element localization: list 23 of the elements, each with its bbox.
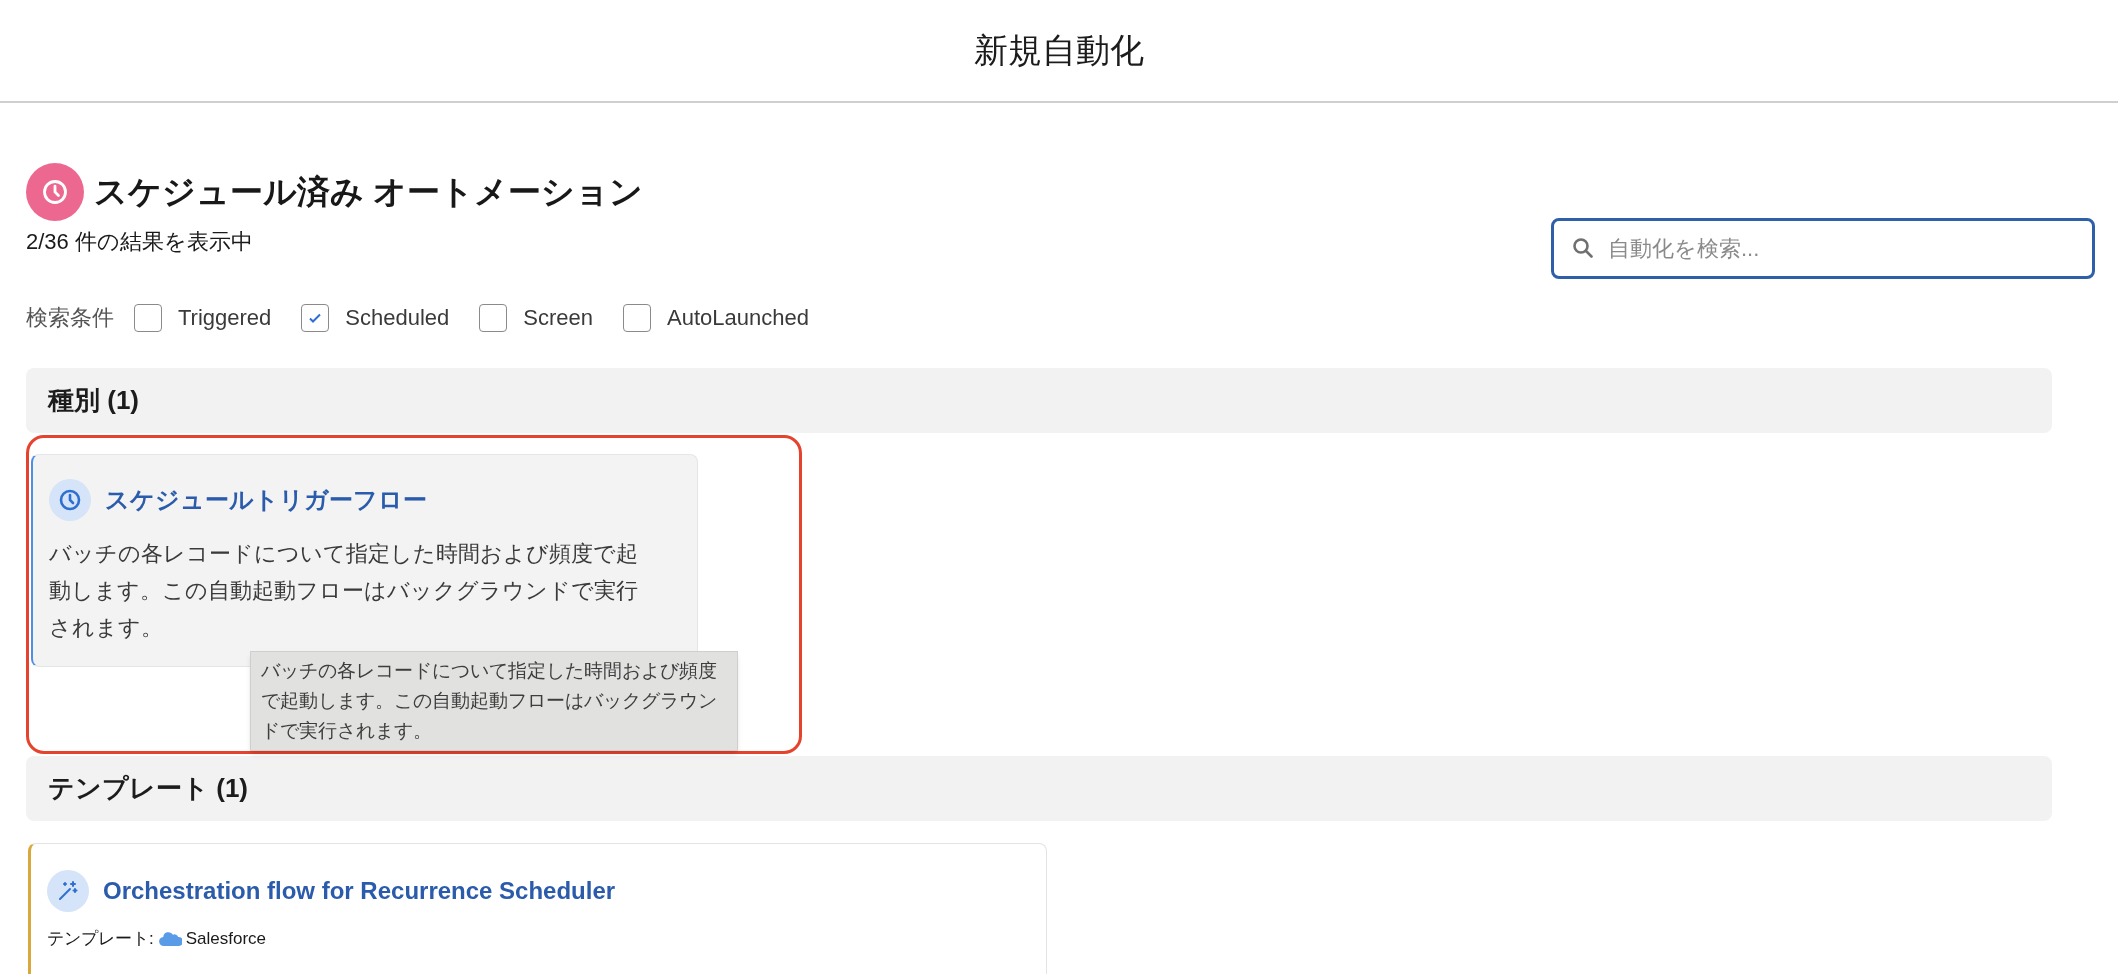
source-name: Salesforce (185, 928, 267, 950)
group-title: 種別 (1) (48, 384, 139, 417)
cloud-icon (157, 930, 182, 948)
filter-checkbox[interactable]: Screen (479, 301, 594, 334)
filter-checkbox[interactable]: AutoLaunched (623, 301, 809, 334)
source-label: テンプレート: (47, 928, 154, 950)
dialog-title: 新規自動化 (974, 30, 1144, 71)
filter-checkbox[interactable]: Scheduled (301, 301, 450, 334)
section-title: スケジュール済み オートメーション (94, 172, 644, 213)
magic-wand-icon (47, 870, 89, 912)
card-title[interactable]: スケジュールトリガーフロー (105, 482, 427, 518)
clock-icon (26, 163, 84, 221)
card-description: バッチの各レコードについて指定した時間および頻度で起動します。この自動起動フローはバックグラウンドで実行されます。 (49, 540, 639, 642)
result-count: 2/36 件の結果を表示中 (26, 228, 254, 256)
tooltip: バッチの各レコードについて指定した時間および頻度で起動します。この自動起動フローはバックグラウンドで実行されます。 (250, 651, 738, 751)
clock-icon (49, 479, 91, 521)
card-title[interactable]: Orchestration flow for Recurrence Scheduler (103, 873, 616, 909)
filter-checkbox[interactable]: Triggered (134, 301, 272, 334)
group-title: テンプレート (1) (48, 772, 248, 805)
search-icon (1571, 236, 1595, 260)
filter-label: 検索条件 (26, 304, 114, 332)
template-card[interactable]: Orchestration flow for Recurrence Scheduler テンプレート: Salesforce (28, 843, 1047, 974)
search-field[interactable]: 自動化を検索... (1551, 218, 2095, 279)
